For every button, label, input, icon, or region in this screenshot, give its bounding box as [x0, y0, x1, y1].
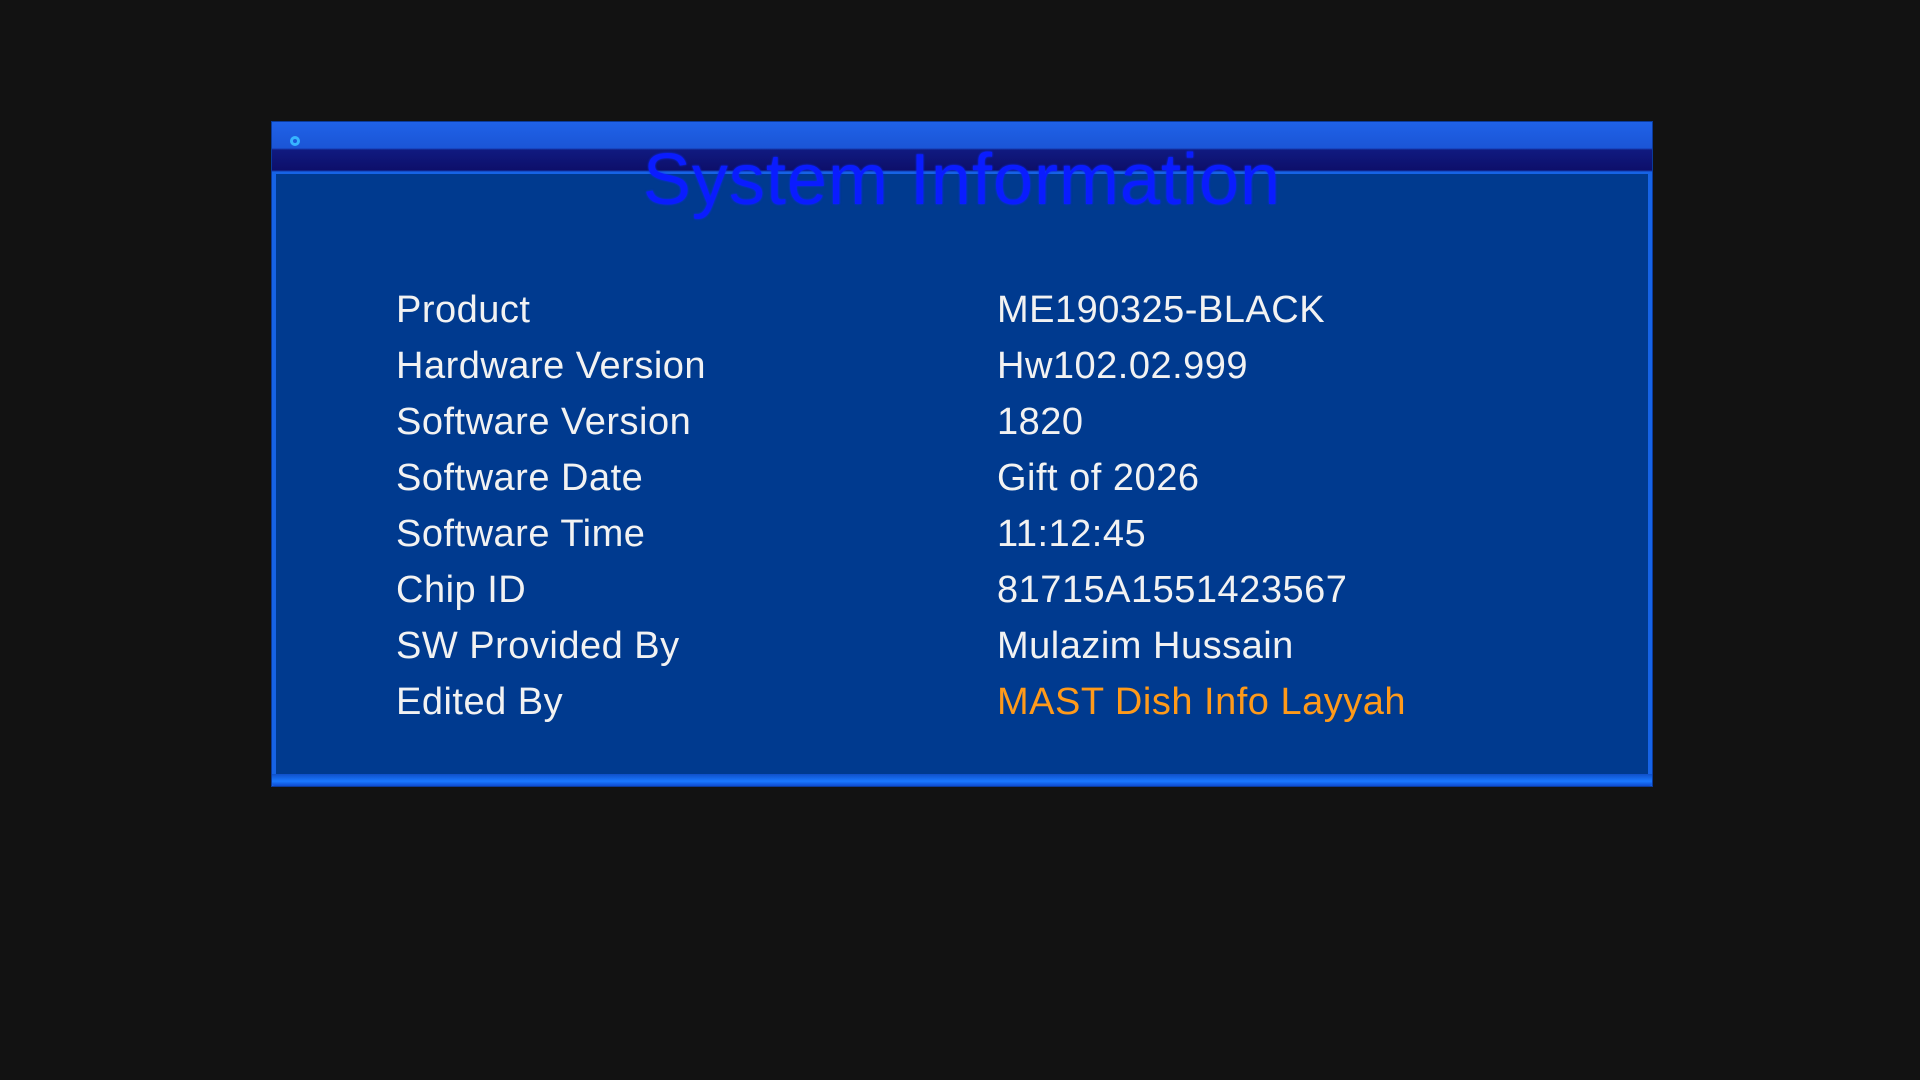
info-value: 1820: [997, 400, 1084, 443]
info-label: Software Date: [396, 456, 644, 499]
panel-title: System Information: [642, 140, 1282, 220]
info-table: Product ME190325-BLACK Hardware Version …: [396, 282, 1546, 730]
info-row-hardware-version: Hardware Version Hw102.02.999: [396, 338, 1546, 394]
info-label: SW Provided By: [396, 624, 680, 667]
info-label: Hardware Version: [396, 344, 707, 387]
info-row-product: Product ME190325-BLACK: [396, 282, 1546, 338]
info-row-software-time: Software Time 11:12:45: [396, 506, 1546, 562]
system-information-panel: System Information Product ME190325-BLAC…: [272, 122, 1652, 786]
info-value: Mulazim Hussain: [997, 624, 1294, 667]
info-label: Edited By: [396, 680, 564, 723]
info-value: Gift of 2026: [997, 456, 1200, 499]
bottom-bar: [272, 774, 1652, 786]
info-row-chip-id: Chip ID 81715A1551423567: [396, 562, 1546, 618]
info-value: ME190325-BLACK: [997, 288, 1326, 331]
info-value: 81715A1551423567: [997, 568, 1348, 611]
info-label: Software Version: [396, 400, 692, 443]
info-label: Software Time: [396, 512, 646, 555]
info-label: Chip ID: [396, 568, 527, 611]
info-value: Hw102.02.999: [997, 344, 1249, 387]
info-row-sw-provided-by: SW Provided By Mulazim Hussain: [396, 618, 1546, 674]
info-label: Product: [396, 288, 531, 331]
info-row-software-date: Software Date Gift of 2026: [396, 450, 1546, 506]
info-value-highlight: MAST Dish Info Layyah: [997, 680, 1406, 723]
info-row-edited-by: Edited By MAST Dish Info Layyah: [396, 674, 1546, 730]
info-value: 11:12:45: [997, 512, 1147, 555]
info-row-software-version: Software Version 1820: [396, 394, 1546, 450]
